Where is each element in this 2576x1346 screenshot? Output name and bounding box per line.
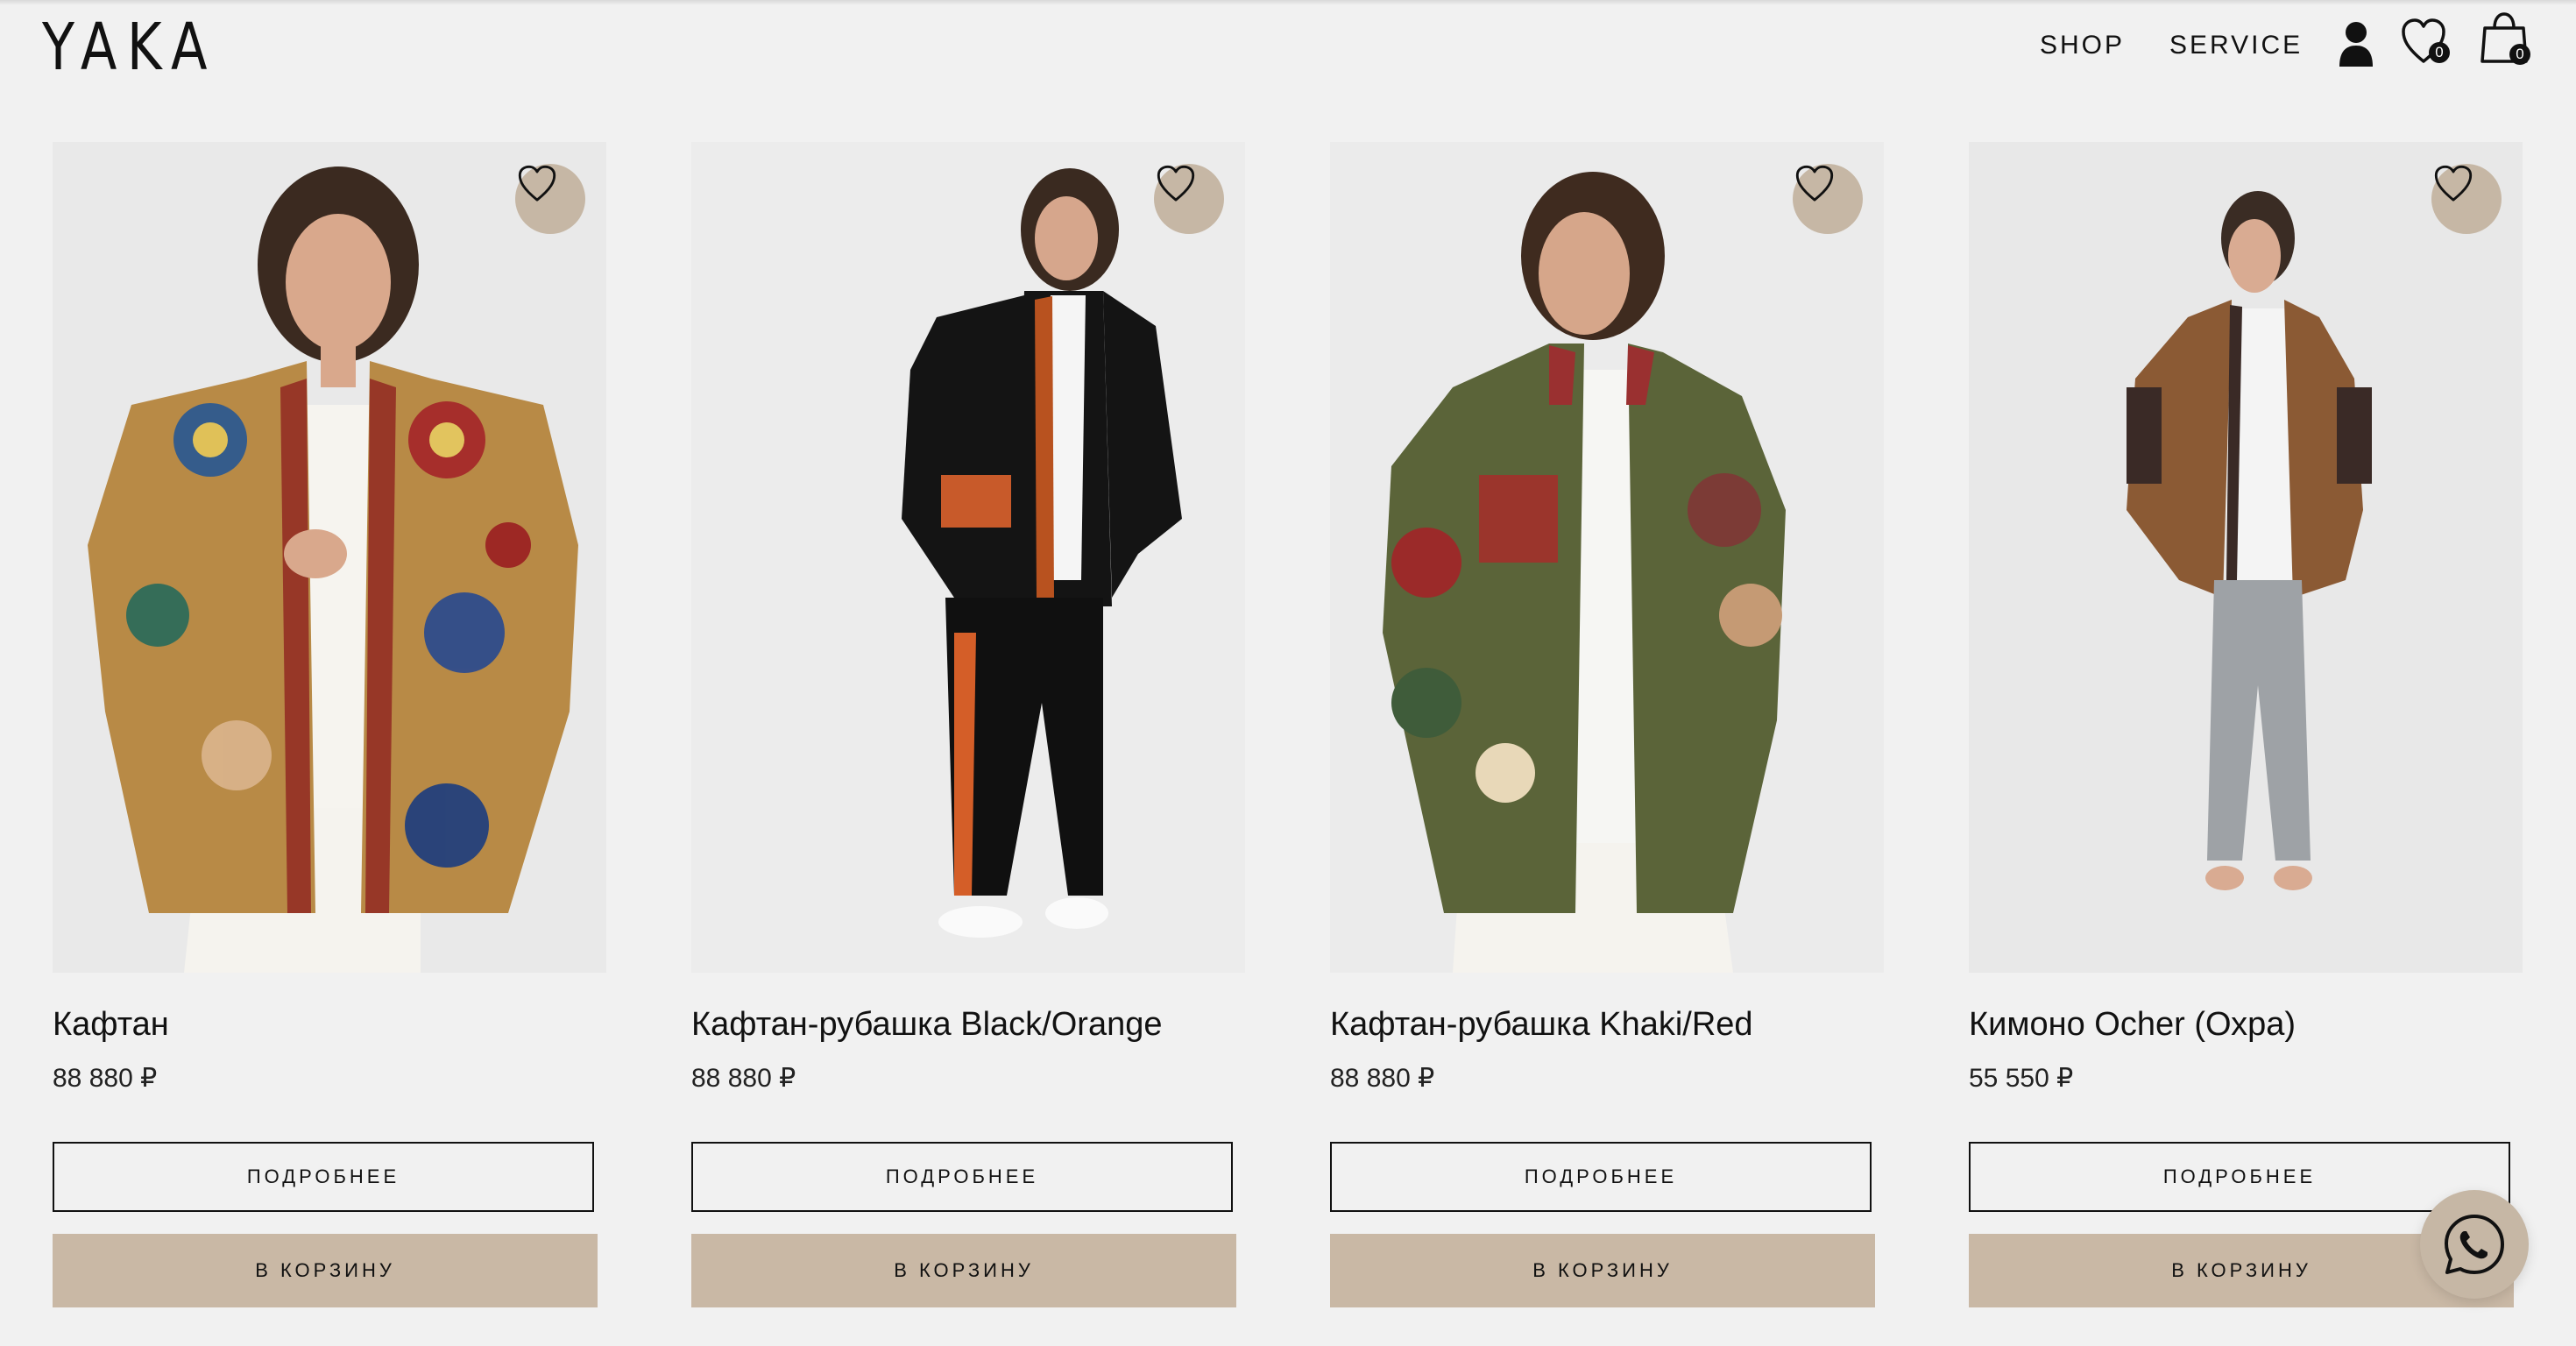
details-button[interactable]: ПОДРОБНЕЕ	[53, 1142, 594, 1212]
whatsapp-chat-button[interactable]	[2420, 1190, 2529, 1299]
product-card: Кимоно Ocher (Охра) 55 550 ₽ ПОДРОБНЕЕ В…	[1969, 142, 2523, 1316]
header-shadow	[0, 0, 2576, 5]
cart-count-badge: 0	[2509, 44, 2530, 65]
product-title[interactable]: Кафтан-рубашка Khaki/Red	[1330, 1002, 1943, 1046]
details-button[interactable]: ПОДРОБНЕЕ	[1330, 1142, 1872, 1212]
product-photo[interactable]	[691, 142, 1245, 973]
product-photo[interactable]	[1969, 142, 2523, 973]
product-price: 88 880 ₽	[53, 1064, 158, 1093]
model-illustration	[53, 142, 606, 973]
nav-shop-link[interactable]: SHOP	[2040, 26, 2125, 65]
favorite-button[interactable]	[515, 164, 585, 234]
product-photo[interactable]	[53, 142, 606, 973]
details-button[interactable]: ПОДРОБНЕЕ	[691, 1142, 1233, 1212]
nav-service-link[interactable]: SERVICE	[2169, 26, 2303, 65]
product-card: Кафтан 88 880 ₽ ПОДРОБНЕЕ В КОРЗИНУ	[53, 142, 606, 1316]
model-illustration	[1969, 142, 2523, 973]
product-card: Кафтан-рубашка Khaki/Red 88 880 ₽ ПОДРОБ…	[1330, 142, 1884, 1316]
product-price: 88 880 ₽	[691, 1064, 796, 1093]
add-to-cart-button[interactable]: В КОРЗИНУ	[53, 1234, 598, 1307]
add-to-cart-button[interactable]: В КОРЗИНУ	[691, 1234, 1236, 1307]
heart-icon	[2434, 165, 2473, 202]
site-header: YAKA SHOP SERVICE 0 0	[0, 0, 2576, 96]
product-title[interactable]: Кимоно Ocher (Охра)	[1969, 1002, 2576, 1046]
model-illustration	[1330, 142, 1884, 973]
model-illustration	[691, 142, 1245, 973]
favorite-button[interactable]	[2431, 164, 2502, 234]
product-photo[interactable]	[1330, 142, 1884, 973]
favorite-button[interactable]	[1793, 164, 1863, 234]
user-icon[interactable]	[2338, 21, 2374, 67]
add-to-cart-button[interactable]: В КОРЗИНУ	[1330, 1234, 1875, 1307]
heart-icon	[518, 165, 556, 202]
whatsapp-icon	[2445, 1215, 2504, 1274]
product-card: Кафтан-рубашка Black/Orange 88 880 ₽ ПОД…	[691, 142, 1245, 1316]
details-button[interactable]: ПОДРОБНЕЕ	[1969, 1142, 2510, 1212]
product-price: 88 880 ₽	[1330, 1064, 1435, 1093]
heart-icon	[1795, 165, 1834, 202]
product-title[interactable]: Кафтан	[53, 1002, 666, 1046]
site-logo[interactable]: YAKA	[42, 12, 217, 82]
heart-icon	[1157, 165, 1195, 202]
product-title[interactable]: Кафтан-рубашка Black/Orange	[691, 1002, 1305, 1046]
favorite-button[interactable]	[1154, 164, 1224, 234]
product-price: 55 550 ₽	[1969, 1064, 2074, 1093]
wishlist-count-badge: 0	[2429, 42, 2450, 63]
